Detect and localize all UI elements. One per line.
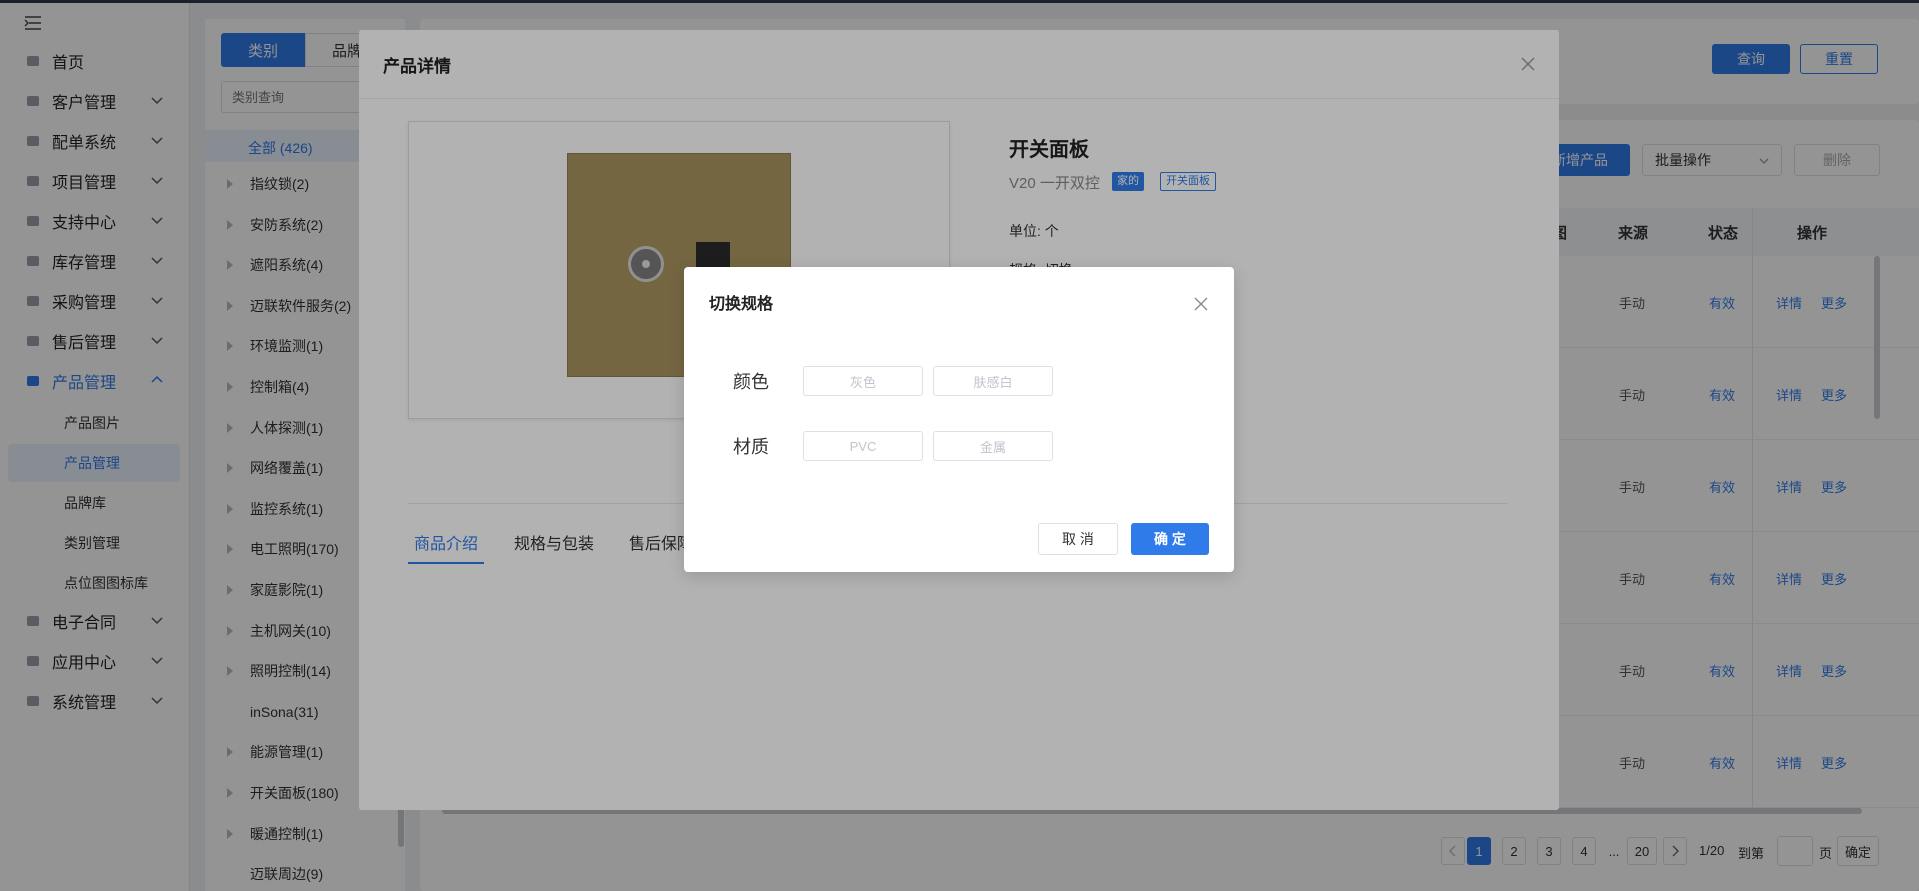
spec-label-color: 颜色: [733, 372, 769, 392]
spec-option-gray[interactable]: 灰色: [803, 366, 923, 396]
spec-option-pvc[interactable]: PVC: [803, 431, 923, 461]
switch-spec-dialog: 切换规格 颜色 灰色 肤感白 材质 PVC 金属 取 消 确 定: [684, 267, 1234, 572]
spec-dialog-title: 切换规格: [709, 296, 774, 313]
ok-button[interactable]: 确 定: [1131, 523, 1209, 555]
close-icon[interactable]: [1194, 297, 1208, 311]
spec-option-skin-white[interactable]: 肤感白: [933, 366, 1053, 396]
cancel-button[interactable]: 取 消: [1038, 523, 1118, 555]
spec-label-material: 材质: [733, 437, 769, 457]
spec-option-metal[interactable]: 金属: [933, 431, 1053, 461]
